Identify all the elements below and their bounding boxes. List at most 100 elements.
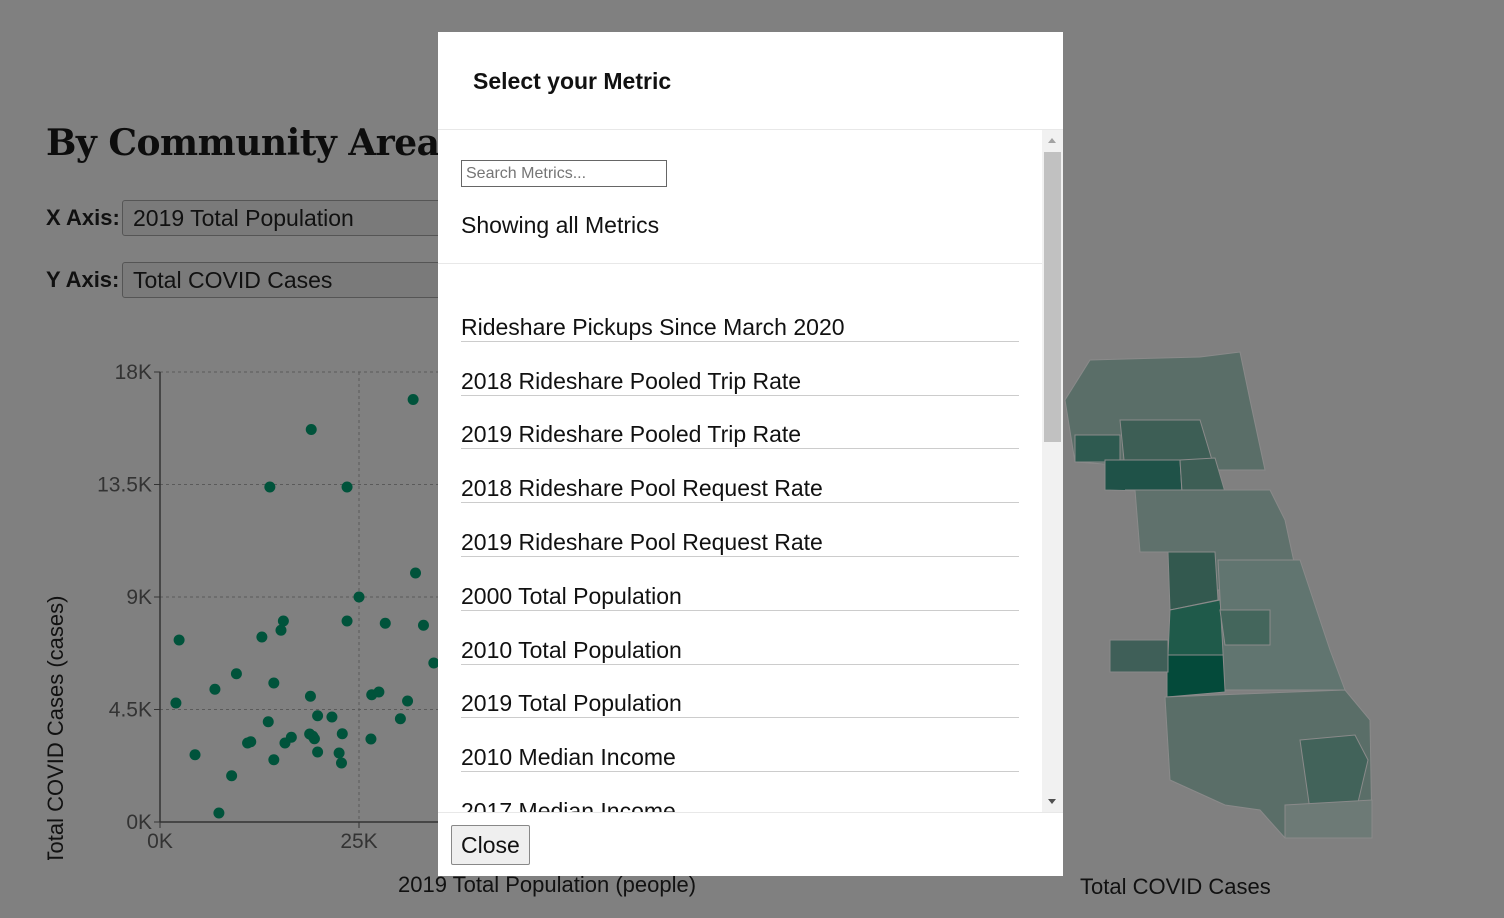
metric-option-label: 2017 Median Income [461, 797, 676, 812]
modal-body[interactable]: Showing all Metrics Rideshare Pickups Si… [438, 130, 1063, 812]
scatter-plot: 0K4.5K9K13.5K18K0K 25K Total COVID Cases … [43, 361, 440, 860]
scatter-point[interactable] [305, 424, 317, 435]
scatter-point[interactable] [230, 668, 242, 680]
scatter-point[interactable] [407, 394, 419, 405]
scatter-point[interactable] [170, 697, 182, 709]
x-tick-label: 0K [147, 830, 173, 853]
y-tick-label: 9K [126, 586, 152, 609]
metric-option[interactable]: 2010 Median Income [461, 718, 1019, 773]
y-axis-select[interactable]: Total COVID Cases [122, 262, 462, 298]
metric-option-label: 2019 Rideshare Pool Request Rate [461, 528, 823, 555]
metric-option[interactable]: 2017 Median Income [461, 772, 1019, 812]
axes: 0K4.5K9K13.5K18K0K 25K [97, 361, 440, 853]
points [170, 394, 440, 819]
scatter-point[interactable] [209, 683, 221, 695]
scatter-point[interactable] [277, 615, 289, 627]
metric-option-label: 2010 Total Population [461, 636, 682, 663]
metric-option[interactable]: 2018 Rideshare Pool Request Rate [461, 449, 1019, 504]
map-region [1104, 459, 1183, 493]
modal-footer: Close [438, 812, 1063, 877]
x-axis-label: X Axis: [46, 205, 120, 230]
map-region [1167, 599, 1226, 656]
y-tick-label: 4.5K [109, 699, 152, 722]
map-region [1284, 799, 1373, 839]
scroll-down-arrow-icon[interactable] [1048, 799, 1056, 804]
page-title: By Community Area [46, 122, 440, 164]
scrollbar[interactable] [1042, 130, 1063, 812]
metric-option[interactable]: 2019 Rideshare Pool Request Rate [461, 503, 1019, 557]
scatter-point[interactable] [341, 481, 353, 493]
scatter-point[interactable] [308, 733, 320, 745]
metric-option-label: 2000 Total Population [461, 582, 682, 609]
scatter-point[interactable] [256, 631, 268, 643]
scrollbar-thumb[interactable] [1044, 152, 1061, 442]
divider [438, 263, 1042, 264]
x-axis-control: X Axis: 2019 Total Population [46, 200, 462, 236]
metric-option[interactable]: 2000 Total Population [461, 557, 1019, 611]
scatter-point[interactable] [304, 690, 316, 702]
grid [160, 371, 440, 822]
x-axis-select-value: 2019 Total Population [133, 204, 354, 231]
x-tick-label: 25K [340, 830, 377, 853]
search-metrics-input[interactable] [461, 160, 667, 187]
scroll-up-arrow-icon[interactable] [1048, 138, 1056, 143]
map-region [1219, 609, 1271, 646]
select-metric-modal: Select your Metric Showing all Metrics R… [438, 32, 1063, 876]
scatter-point[interactable] [365, 733, 377, 745]
y-axis-select-value: Total COVID Cases [133, 266, 333, 293]
x-axis-select[interactable]: 2019 Total Population [122, 200, 462, 236]
y-axis-label: Y Axis: [46, 267, 120, 292]
scatter-point[interactable] [279, 737, 291, 749]
scatter-point[interactable] [341, 615, 353, 627]
modal-title: Select your Metric [473, 68, 672, 94]
scatter-point[interactable] [262, 716, 274, 728]
scatter-point[interactable] [353, 591, 365, 603]
scatter-point[interactable] [268, 677, 280, 689]
scatter-point[interactable] [335, 757, 347, 769]
metric-option[interactable]: 2019 Total Population [461, 665, 1019, 719]
scatter-point[interactable] [333, 747, 345, 759]
scatter-point[interactable] [275, 624, 287, 636]
scatter-point[interactable] [312, 746, 324, 758]
close-button[interactable]: Close [451, 825, 530, 865]
metrics-status: Showing all Metrics [461, 212, 660, 238]
metric-option[interactable]: 2019 Rideshare Pooled Trip Rate [461, 396, 1019, 450]
metric-option-label: 2018 Rideshare Pooled Trip Rate [461, 367, 802, 394]
scatter-point[interactable] [417, 619, 429, 631]
metric-option[interactable]: 2010 Total Population [461, 611, 1019, 665]
metric-option-label: 2010 Median Income [461, 744, 676, 771]
map-title: Total COVID Cases [1080, 874, 1271, 899]
scatter-point[interactable] [394, 713, 406, 725]
y-axis-control: Y Axis: Total COVID Cases [46, 262, 462, 298]
metric-option-label: Rideshare Pickups Since March 2020 [461, 313, 845, 340]
scatter-point[interactable] [326, 711, 338, 723]
modal-header: Select your Metric [438, 32, 1063, 130]
metric-option[interactable]: 2018 Rideshare Pooled Trip Rate [461, 342, 1019, 396]
scatter-point[interactable] [336, 728, 348, 740]
scatter-point[interactable] [312, 710, 324, 722]
scatter-point[interactable] [189, 749, 201, 761]
y-tick-label: 18K [115, 361, 152, 384]
metric-option[interactable]: Rideshare Pickups Since March 2020 [461, 288, 1019, 342]
scatter-point[interactable] [379, 617, 391, 629]
scatter-point[interactable] [410, 567, 422, 579]
map-region [1109, 639, 1169, 673]
scatter-point[interactable] [213, 807, 225, 819]
map-region [1167, 551, 1219, 611]
scatter-point[interactable] [402, 695, 414, 707]
map-region [1166, 654, 1226, 698]
metric-list: Rideshare Pickups Since March 2020 2018 R… [461, 288, 1019, 812]
metric-option-label: 2019 Total Population [461, 690, 682, 717]
scatter-point[interactable] [226, 770, 238, 782]
metric-option-label: 2019 Rideshare Pooled Trip Rate [461, 421, 802, 448]
scatter-point[interactable] [373, 686, 385, 698]
metric-option-label: 2018 Rideshare Pool Request Rate [461, 475, 823, 502]
scatter-point[interactable] [264, 481, 276, 493]
scatter-point[interactable] [268, 754, 280, 766]
choropleth-map [1064, 351, 1373, 839]
y-axis-title: Total COVID Cases (cases) [43, 596, 68, 860]
map-region [1074, 434, 1121, 463]
scatter-point[interactable] [245, 736, 257, 748]
scatter-point[interactable] [173, 634, 185, 646]
y-tick-label: 13.5K [97, 474, 152, 497]
